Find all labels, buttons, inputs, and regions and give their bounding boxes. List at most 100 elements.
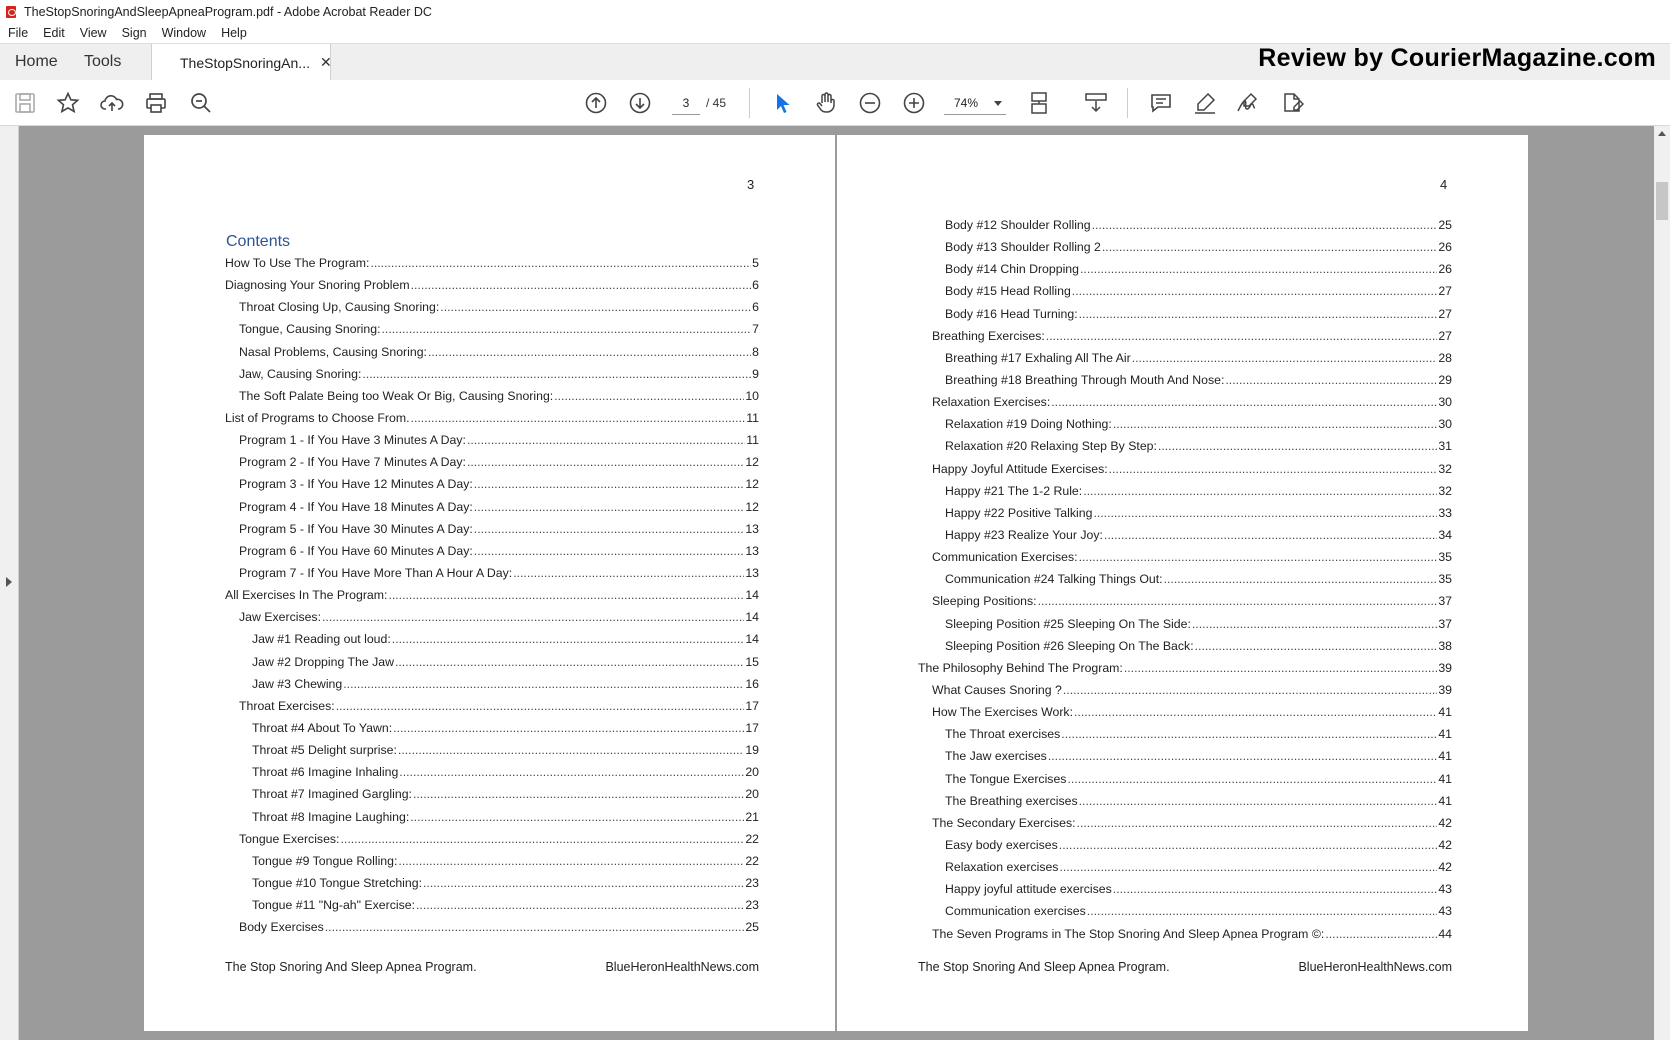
toc-entry[interactable]: Tongue #9 Tongue Rolling: 22 [225,850,759,872]
menu-view[interactable]: View [80,26,107,40]
toc-entry[interactable]: Throat #8 Imagine Laughing: 21 [225,806,759,828]
toc-entry[interactable]: Jaw #1 Reading out loud: 14 [225,628,759,650]
toc-entry[interactable]: Throat #6 Imagine Inhaling 20 [225,761,759,783]
toc-entry[interactable]: Diagnosing Your Snoring Problem 6 [225,274,759,296]
toc-entry[interactable]: Throat Exercises: 17 [225,695,759,717]
close-tab-icon[interactable]: ✕ [320,54,332,71]
magnifier-icon[interactable] [188,90,214,116]
menu-window[interactable]: Window [162,26,206,40]
toc-entry[interactable]: Happy #22 Positive Talking 33 [918,502,1452,524]
toc-entry[interactable]: Throat Closing Up, Causing Snoring: 6 [225,296,759,318]
menu-edit[interactable]: Edit [43,26,65,40]
toc-entry[interactable]: The Seven Programs in The Stop Snoring A… [918,923,1452,945]
pointer-icon[interactable] [769,90,795,116]
scrollbar-thumb[interactable] [1656,182,1668,220]
toc-entry[interactable]: How The Exercises Work: 41 [918,701,1452,723]
toc-entry[interactable]: List of Programs to Choose From. 11 [225,407,759,429]
toc-entry[interactable]: Program 2 - If You Have 7 Minutes A Day:… [225,451,759,473]
page-number-input[interactable]: 3 [672,92,700,115]
toc-entry[interactable]: Sleeping Position #25 Sleeping On The Si… [918,613,1452,635]
save-icon[interactable] [12,90,38,116]
toc-entry[interactable]: Program 3 - If You Have 12 Minutes A Day… [225,473,759,495]
toc-entry[interactable]: Happy #21 The 1-2 Rule: 32 [918,480,1452,502]
toc-entry-page: 38 [1438,638,1452,653]
star-icon[interactable] [55,90,81,116]
toc-entry[interactable]: Tongue #10 Tongue Stretching: 23 [225,872,759,894]
toc-entry[interactable]: The Philosophy Behind The Program: 39 [918,657,1452,679]
toc-entry[interactable]: Breathing #17 Exhaling All The Air 28 [918,347,1452,369]
toc-entry[interactable]: Body #12 Shoulder Rolling 25 [918,214,1452,236]
scroll-up-icon[interactable] [1658,131,1666,136]
toc-entry[interactable]: Communication Exercises: 35 [918,546,1452,568]
tab-document[interactable]: TheStopSnoringAn... ✕ [151,44,332,81]
toc-entry[interactable]: Body #16 Head Turning: 27 [918,303,1452,325]
toc-entry[interactable]: Sleeping Position #26 Sleeping On The Ba… [918,635,1452,657]
toc-entry[interactable]: The Breathing exercises 41 [918,790,1452,812]
toc-entry[interactable]: Jaw #3 Chewing 16 [225,673,759,695]
toc-entry[interactable]: Easy body exercises 42 [918,834,1452,856]
toc-entry[interactable]: Tongue #11 "Ng-ah" Exercise: 23 [225,894,759,916]
tab-tools[interactable]: Tools [84,44,121,80]
toc-entry[interactable]: Happy #23 Realize Your Joy: 34 [918,524,1452,546]
toc-entry[interactable]: Program 1 - If You Have 3 Minutes A Day:… [225,429,759,451]
menu-file[interactable]: File [8,26,28,40]
toc-entry[interactable]: Happy joyful attitude exercises 43 [918,878,1452,900]
toc-dot-leader [399,761,744,783]
fit-page-icon[interactable] [1027,90,1053,116]
toc-entry[interactable]: Tongue Exercises: 22 [225,828,759,850]
toc-entry[interactable]: Sleeping Positions: 37 [918,590,1452,612]
zoom-select[interactable]: 74% [944,92,1006,115]
highlighter-icon[interactable] [1192,90,1218,116]
toc-entry[interactable]: Breathing #18 Breathing Through Mouth An… [918,369,1452,391]
toc-entry[interactable]: Program 6 - If You Have 60 Minutes A Day… [225,540,759,562]
menu-sign[interactable]: Sign [122,26,147,40]
toc-entry[interactable]: Throat #7 Imagined Gargling: 20 [225,783,759,805]
toc-entry[interactable]: All Exercises In The Program: 14 [225,584,759,606]
toc-entry[interactable]: How To Use The Program: 5 [225,252,759,274]
toc-entry[interactable]: Throat #4 About To Yawn: 17 [225,717,759,739]
toc-entry[interactable]: Nasal Problems, Causing Snoring: 8 [225,341,759,363]
toc-entry-page: 8 [752,344,759,359]
sign-icon[interactable] [1235,90,1261,116]
toc-entry[interactable]: Relaxation #20 Relaxing Step By Step: 31 [918,435,1452,457]
toc-entry[interactable]: Body #15 Head Rolling 27 [918,280,1452,302]
printer-icon[interactable] [143,90,169,116]
scroll-mode-icon[interactable] [1083,90,1109,116]
toc-entry[interactable]: The Throat exercises 41 [918,723,1452,745]
toc-entry[interactable]: Body #13 Shoulder Rolling 2 26 [918,236,1452,258]
toc-entry[interactable]: Jaw Exercises: 14 [225,606,759,628]
hand-icon[interactable] [813,90,839,116]
zoom-out-icon[interactable] [857,90,883,116]
toc-entry[interactable]: The Jaw exercises 41 [918,745,1452,767]
toc-entry[interactable]: Happy Joyful Attitude Exercises: 32 [918,458,1452,480]
toc-entry[interactable]: Communication #24 Talking Things Out: 35 [918,568,1452,590]
toc-entry[interactable]: Breathing Exercises: 27 [918,325,1452,347]
vertical-scrollbar[interactable] [1654,126,1670,1040]
toc-entry[interactable]: Body #14 Chin Dropping 26 [918,258,1452,280]
toc-entry[interactable]: The Tongue Exercises 41 [918,768,1452,790]
toc-entry[interactable]: Jaw, Causing Snoring: 9 [225,363,759,385]
toc-entry[interactable]: Program 4 - If You Have 18 Minutes A Day… [225,496,759,518]
toc-entry[interactable]: Program 5 - If You Have 30 Minutes A Day… [225,518,759,540]
toc-entry[interactable]: Relaxation Exercises: 30 [918,391,1452,413]
toc-entry[interactable]: Relaxation #19 Doing Nothing: 30 [918,413,1452,435]
comment-icon[interactable] [1148,90,1174,116]
zoom-in-icon[interactable] [901,90,927,116]
toc-entry[interactable]: Communication exercises 43 [918,900,1452,922]
menu-help[interactable]: Help [221,26,247,40]
toc-entry[interactable]: Jaw #2 Dropping The Jaw 15 [225,651,759,673]
toc-entry[interactable]: What Causes Snoring ? 39 [918,679,1452,701]
toc-entry[interactable]: Throat #5 Delight surprise: 19 [225,739,759,761]
toc-entry[interactable]: Body Exercises 25 [225,916,759,938]
arrow-up-circle-icon[interactable] [583,90,609,116]
tab-home[interactable]: Home [15,44,58,80]
toc-entry[interactable]: The Soft Palate Being too Weak Or Big, C… [225,385,759,407]
toc-entry[interactable]: Program 7 - If You Have More Than A Hour… [225,562,759,584]
arrow-down-circle-icon[interactable] [627,90,653,116]
toc-entry[interactable]: The Secondary Exercises: 42 [918,812,1452,834]
left-panel-toggle[interactable] [0,126,19,1040]
cloud-upload-icon[interactable] [99,90,125,116]
fill-sign-icon[interactable] [1279,90,1305,116]
toc-entry[interactable]: Tongue, Causing Snoring: 7 [225,318,759,340]
toc-entry[interactable]: Relaxation exercises 42 [918,856,1452,878]
